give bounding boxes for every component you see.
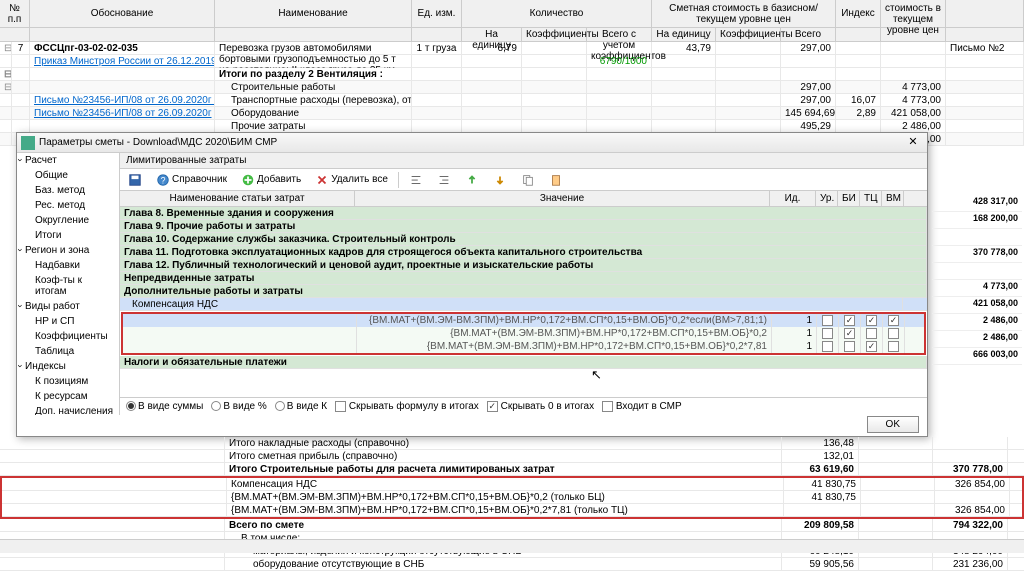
add-button[interactable]: Добавить	[237, 172, 305, 188]
check-hide-formula[interactable]: Скрывать формулу в итогах	[335, 401, 479, 412]
grid-body[interactable]: Глава 8. Временные здания и сооруженияГл…	[120, 207, 927, 397]
dialog-toolbar: ?Справочник Добавить Удалить все	[120, 169, 927, 191]
formula-row[interactable]: {ВМ.МАТ+(ВМ.ЭМ-ВМ.ЗПМ)+ВМ.НР*0,172+ВМ.СП…	[123, 327, 924, 340]
estimate-params-dialog: Параметры сметы - Download\МДС 2020\БИМ …	[16, 132, 928, 437]
total-row: Итого Строительные работы для расчета ли…	[0, 463, 1024, 476]
delete-all-button[interactable]: Удалить все	[311, 172, 392, 188]
col-unit-header: Ед. изм.	[412, 0, 462, 27]
total-row: Компенсация НДС41 830,75326 854,00	[2, 478, 1022, 491]
col-name-header: Наименование	[215, 0, 412, 27]
col-idx-header: Индекс	[836, 0, 881, 27]
svg-text:?: ?	[161, 175, 166, 185]
col-num-header: № п.п	[0, 0, 30, 27]
chapter-row[interactable]: Глава 9. Прочие работы и затраты	[120, 220, 927, 233]
grid-header: Наименование статьи затрат Значение Ид. …	[120, 191, 927, 207]
total-row: Итого сметная прибыль (справочно)132,01	[0, 450, 1024, 463]
nav-item[interactable]: Индексы	[17, 359, 119, 374]
paste-icon[interactable]	[545, 172, 567, 188]
col-cur-header: Сметная стоимость в текущем уровне цен	[881, 0, 946, 27]
chapter-row[interactable]: Непредвиденные затраты	[120, 272, 927, 285]
arrow-up-icon[interactable]	[461, 172, 483, 188]
save-tb-button[interactable]	[124, 172, 146, 188]
nav-item[interactable]: Доп. начисления	[17, 404, 119, 415]
formula-row[interactable]: {ВМ.МАТ+(ВМ.ЭМ-ВМ.ЗПМ)+ВМ.НР*0,172+ВМ.СП…	[123, 340, 924, 353]
arrow-down-icon[interactable]	[489, 172, 511, 188]
chapter-row[interactable]: Глава 10. Содержание службы заказчика. С…	[120, 233, 927, 246]
radio-coef[interactable]: В виде К	[275, 401, 327, 412]
ok-button[interactable]: OK	[867, 416, 919, 433]
table-header: № п.п Обоснование Наименование Ед. изм. …	[0, 0, 1024, 28]
indent-right-icon[interactable]	[433, 172, 455, 188]
nav-item[interactable]: Расчет	[17, 153, 119, 168]
table-subheader: На единицу Коэффициенты Всего с учетом к…	[0, 28, 1024, 42]
nav-item[interactable]: Коэффициенты	[17, 329, 119, 344]
total-row: Итого накладные расходы (справочно)136,4…	[0, 437, 1024, 450]
total-row: {ВМ.МАТ+(ВМ.ЭМ-ВМ.ЗПМ)+ВМ.НР*0,172+ВМ.СП…	[2, 504, 1022, 517]
chapter-row[interactable]: Глава 8. Временные здания и сооружения	[120, 207, 927, 220]
dialog-nav-tree[interactable]: РасчетОбщиеБаз. методРес. методОкруглени…	[17, 153, 120, 415]
chapter-row[interactable]: Глава 11. Подготовка эксплуатационных ка…	[120, 246, 927, 259]
radio-percent[interactable]: В виде %	[211, 401, 266, 412]
compensation-highlight-box: Компенсация НДС41 830,75326 854,00{ВМ.МА…	[0, 476, 1024, 519]
right-totals-column: 428 317,00168 200,00370 778,004 773,0042…	[932, 195, 1022, 365]
nav-item[interactable]: Виды работ	[17, 299, 119, 314]
nav-item[interactable]: К позициям	[17, 374, 119, 389]
copy-icon[interactable]	[517, 172, 539, 188]
radio-sum[interactable]: В виде суммы	[126, 401, 203, 412]
dialog-footer: В виде суммы В виде % В виде К Скрывать …	[120, 397, 927, 415]
dialog-titlebar[interactable]: Параметры сметы - Download\МДС 2020\БИМ …	[17, 133, 927, 153]
total-row: Всего по смете209 809,58794 322,00	[0, 519, 1024, 532]
nav-item[interactable]: Коэф-ты к итогам	[17, 273, 119, 299]
chapter-row[interactable]: Глава 12. Публичный технологический и це…	[120, 259, 927, 272]
help-button[interactable]: ?Справочник	[152, 172, 231, 188]
col-qty-header: Количество	[462, 0, 652, 27]
nav-item[interactable]: Общие	[17, 168, 119, 183]
nav-item[interactable]: Таблица	[17, 344, 119, 359]
close-button[interactable]: ✕	[903, 135, 923, 151]
col-basis-header: Обоснование	[30, 0, 215, 27]
background-estimate-table: № п.п Обоснование Наименование Ед. изм. …	[0, 0, 1024, 146]
total-row: оборудование отсутствующие в СНБ59 905,5…	[0, 558, 1024, 571]
total-row: {ВМ.МАТ+(ВМ.ЭМ-ВМ.ЗПМ)+ВМ.НР*0,172+ВМ.СП…	[2, 491, 1022, 504]
formula-highlight-box: {ВМ.МАТ+(ВМ.ЭМ-ВМ.ЗПМ)+ВМ.НР*0,172+ВМ.СП…	[121, 312, 926, 355]
check-hide-zero[interactable]: Скрывать 0 в итогах	[487, 401, 594, 412]
formula-row[interactable]: {ВМ.МАТ+(ВМ.ЭМ-ВМ.ЗПМ)+ВМ.НР*0,172+ВМ.СП…	[123, 314, 924, 327]
nav-item[interactable]: К ресурсам	[17, 389, 119, 404]
dialog-tab-header: Лимитированные затраты	[120, 153, 927, 169]
sub-row[interactable]: Компенсация НДС	[120, 298, 927, 311]
nav-item[interactable]: Округление	[17, 213, 119, 228]
nav-item[interactable]: Баз. метод	[17, 183, 119, 198]
indent-left-icon[interactable]	[405, 172, 427, 188]
nav-item[interactable]: Рес. метод	[17, 198, 119, 213]
nav-item[interactable]: НР и СП	[17, 314, 119, 329]
dialog-icon	[21, 136, 35, 150]
chapter-row[interactable]: Налоги и обязательные платежи	[120, 356, 927, 369]
col-cost-header: Сметная стоимость в базисном/текущем уро…	[652, 0, 836, 27]
horizontal-scrollbar[interactable]	[0, 539, 1024, 553]
chapter-row[interactable]: Дополнительные работы и затраты	[120, 285, 927, 298]
check-smr[interactable]: Входит в СМР	[602, 401, 682, 412]
nav-item[interactable]: Надбавки	[17, 258, 119, 273]
nav-item[interactable]: Регион и зона	[17, 243, 119, 258]
nav-item[interactable]: Итоги	[17, 228, 119, 243]
dialog-title: Параметры сметы - Download\МДС 2020\БИМ …	[39, 137, 903, 148]
